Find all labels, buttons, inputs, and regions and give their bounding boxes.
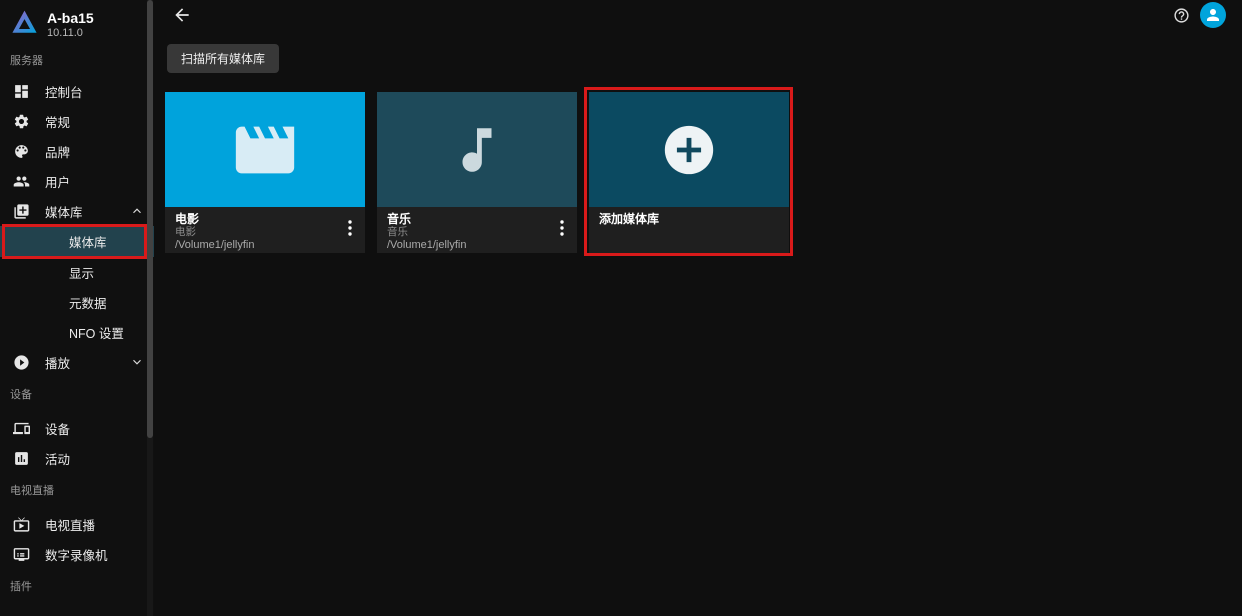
- music-note-icon: [462, 127, 492, 172]
- library-add-icon: [13, 202, 31, 220]
- add-library-card[interactable]: 添加媒体库: [589, 92, 789, 253]
- library-type: 电影: [175, 226, 196, 238]
- server-header: A-ba15 10.11.0: [0, 0, 154, 46]
- chevron-up-icon: [130, 204, 144, 218]
- sidebar-item-livetv[interactable]: 电视直播: [0, 509, 154, 539]
- plus-circle-icon: [664, 125, 714, 174]
- palette-icon: [13, 142, 31, 160]
- dashboard-icon: [13, 82, 31, 100]
- movie-icon: [235, 126, 295, 173]
- library-path: /Volume1/jellyfin: [387, 239, 467, 251]
- server-version: 10.11.0: [47, 27, 83, 39]
- jellyfin-logo-icon: [12, 10, 37, 33]
- user-avatar[interactable]: [1200, 2, 1226, 28]
- chevron-down-icon: [130, 355, 144, 369]
- section-label-server: 服务器: [10, 55, 43, 67]
- live-tv-icon: [13, 515, 31, 533]
- library-path: /Volume1/jellyfin: [175, 239, 255, 251]
- scan-all-libraries-button[interactable]: 扫描所有媒体库: [167, 44, 280, 73]
- play-circle-icon: [13, 353, 31, 371]
- sidebar-item-branding[interactable]: 品牌: [0, 136, 154, 166]
- library-title: 音乐: [387, 212, 412, 226]
- activity-chart-icon: [13, 449, 31, 467]
- users-icon: [13, 172, 31, 190]
- help-icon[interactable]: [1173, 7, 1190, 24]
- gear-icon: [13, 112, 31, 130]
- sidebar-item-libraries[interactable]: 媒体库: [0, 196, 154, 226]
- back-arrow-icon[interactable]: [172, 5, 192, 25]
- section-label-livetv: 电视直播: [10, 485, 54, 497]
- main-content: 扫描所有媒体库 电影 电影 /Volume1/jellyfin 音乐 音乐 /V…: [156, 0, 1242, 616]
- music-tile: [377, 92, 577, 207]
- library-card-movies[interactable]: 电影 电影 /Volume1/jellyfin: [165, 92, 365, 253]
- kebab-menu-icon[interactable]: [555, 218, 569, 238]
- sidebar-item-devices[interactable]: 设备: [0, 413, 154, 443]
- add-library-label: 添加媒体库: [599, 212, 660, 226]
- sidebar-item-libraries-sub[interactable]: 媒体库: [0, 226, 154, 257]
- sidebar-item-general[interactable]: 常规: [0, 106, 154, 136]
- movies-tile: [165, 92, 365, 207]
- library-type: 音乐: [387, 226, 408, 238]
- sidebar-item-nfo-settings[interactable]: NFO 设置: [0, 317, 154, 347]
- server-name: A-ba15: [47, 10, 94, 26]
- library-title: 电影: [175, 212, 200, 226]
- music-card-footer: 音乐 音乐 /Volume1/jellyfin: [377, 207, 577, 253]
- sidebar-item-users[interactable]: 用户: [0, 166, 154, 196]
- sidebar-scrollbar-thumb[interactable]: [147, 0, 153, 438]
- section-label-plugins: 插件: [10, 581, 32, 593]
- jellyfin-dashboard: A-ba15 10.11.0 服务器 控制台 常规 品牌 用户 媒体库 媒体库: [0, 0, 1242, 616]
- person-icon: [1207, 9, 1219, 21]
- library-card-music[interactable]: 音乐 音乐 /Volume1/jellyfin: [377, 92, 577, 253]
- section-label-devices: 设备: [10, 389, 32, 401]
- sidebar-item-dvr[interactable]: 数字录像机: [0, 539, 154, 569]
- sidebar-item-metadata[interactable]: 元数据: [0, 287, 154, 317]
- sidebar-item-activity[interactable]: 活动: [0, 443, 154, 473]
- library-cards: 电影 电影 /Volume1/jellyfin 音乐 音乐 /Volume1/j…: [165, 92, 1242, 253]
- sidebar-item-display[interactable]: 显示: [0, 257, 154, 287]
- sidebar-item-dashboard[interactable]: 控制台: [0, 76, 154, 106]
- dvr-icon: [13, 545, 31, 563]
- sidebar: A-ba15 10.11.0 服务器 控制台 常规 品牌 用户 媒体库 媒体库: [0, 0, 154, 616]
- sidebar-item-playback[interactable]: 播放: [0, 347, 154, 377]
- devices-icon: [13, 419, 31, 437]
- add-library-tile: [589, 92, 789, 207]
- add-library-footer: 添加媒体库: [589, 207, 789, 253]
- kebab-menu-icon[interactable]: [343, 218, 357, 238]
- movies-card-footer: 电影 电影 /Volume1/jellyfin: [165, 207, 365, 253]
- main-header: [156, 0, 1242, 30]
